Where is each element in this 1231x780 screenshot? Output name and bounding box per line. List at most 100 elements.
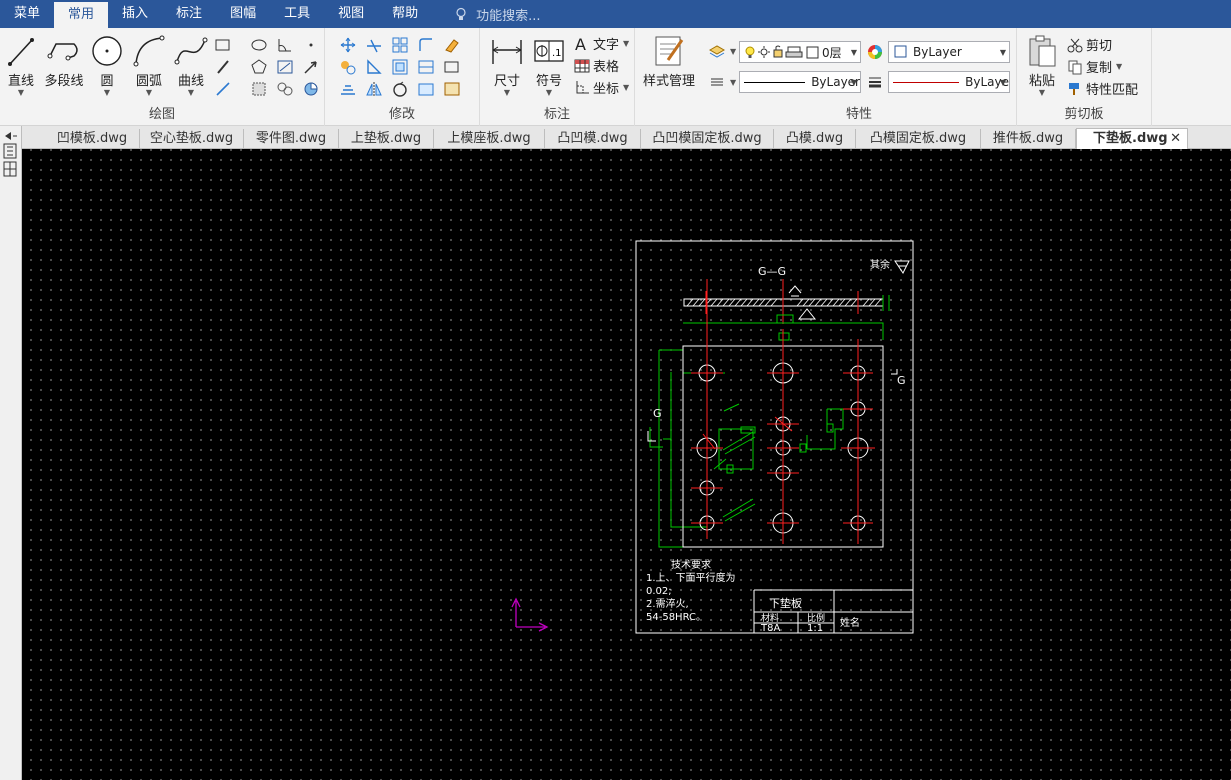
tab-file[interactable]: 凸凹模.dwg [545, 129, 641, 149]
draw-group-label: 绘图 [148, 107, 175, 122]
properties-group: ▼ 0层 ▼ ByLayer ▼ ▼ ByLayer ▼ ByLaye ▼ 特性 [702, 28, 1017, 126]
layer-state-icons [745, 45, 819, 59]
name-label: 姓名 [840, 616, 860, 629]
extend-icon[interactable] [339, 80, 357, 98]
tab-file[interactable]: 凸模.dwg [774, 129, 856, 149]
roughness-note: 其余 [870, 258, 890, 271]
polyline-button[interactable]: 多段线 [44, 34, 84, 89]
explode-icon[interactable] [417, 58, 435, 76]
edit-hatch-icon[interactable] [443, 80, 461, 98]
feature-search[interactable]: 功能搜索... [454, 5, 541, 24]
clipboard-group: 粘贴 ▼ 剪切 复制 ▼ 特性匹配 剪切板 [1017, 28, 1152, 126]
arc-button[interactable]: 圆弧 ▼ [132, 34, 166, 97]
menu-home[interactable]: 常用 [54, 2, 109, 28]
annotate-group: 尺寸 ▼ .1 符号 ▼ A 文字 ▼ 表格 坐标 ▼ 标注 [480, 28, 635, 126]
fillet-icon[interactable] [417, 36, 435, 54]
cut-button[interactable]: 剪切 [1067, 35, 1112, 54]
curve-button[interactable]: 曲线 ▼ [174, 34, 208, 97]
stretch-icon[interactable] [365, 58, 383, 76]
ucs-icon [511, 597, 549, 632]
paste-icon [1029, 35, 1056, 67]
material-value: T8A [760, 623, 780, 634]
match-properties-button[interactable]: 特性匹配 [1067, 79, 1138, 98]
tech-line: 0.02; [646, 586, 672, 597]
linetype-icon[interactable] [708, 73, 726, 91]
tab-file[interactable]: 凸模固定板.dwg [856, 129, 981, 149]
arrow-icon[interactable] [302, 58, 320, 76]
menu-annotate[interactable]: 标注 [162, 0, 216, 28]
break-icon[interactable] [417, 80, 435, 98]
menu-help[interactable]: 帮助 [378, 0, 432, 28]
rotate-icon[interactable] [391, 80, 409, 98]
text-a-icon: A [575, 35, 586, 53]
lightbulb-icon [456, 7, 466, 20]
layer-manager-icon[interactable] [708, 42, 726, 60]
style-manager-button[interactable]: 样式管理 [643, 34, 695, 89]
tab-file[interactable]: 零件图.dwg [244, 129, 339, 149]
table-icon [574, 59, 590, 72]
block-icon[interactable] [250, 80, 268, 98]
region-icon[interactable] [276, 80, 294, 98]
mirror-icon[interactable] [365, 80, 383, 98]
menu-main[interactable]: 菜单 [0, 0, 54, 28]
lineweight-combo[interactable]: ByLaye ▼ [888, 71, 1010, 93]
angle-icon[interactable] [276, 36, 294, 54]
polygon-icon[interactable] [250, 58, 268, 76]
menu-tools[interactable]: 工具 [270, 0, 324, 28]
circle-button[interactable]: 圆 ▼ [90, 34, 124, 97]
menu-frame[interactable]: 图幅 [216, 0, 270, 28]
dimension-button[interactable]: 尺寸 ▼ [490, 34, 524, 97]
tab-file[interactable]: 凸凹模固定板.dwg [641, 129, 774, 149]
trim-icon[interactable] [365, 36, 383, 54]
layer-combo[interactable]: 0层 ▼ [739, 41, 861, 63]
donut-icon[interactable] [302, 80, 320, 98]
tab-file[interactable]: 上模座板.dwg [434, 129, 545, 149]
copy-object-icon[interactable] [339, 58, 357, 76]
tab-file[interactable]: 空心垫板.dwg [140, 129, 244, 149]
drawing-canvas[interactable]: 下垫板 材料 比例 T8A 1:1 姓名 技术要求 1.上、下面平行度为 0.0… [23, 149, 1231, 780]
gallery-panel-icon[interactable] [0, 130, 22, 182]
copy-icon [1068, 60, 1082, 74]
lineweight-icon[interactable] [866, 73, 884, 91]
tech-line: 2.需淬火, [646, 597, 689, 610]
close-tab-icon[interactable]: ✕ [1170, 129, 1181, 148]
menu-insert[interactable]: 插入 [108, 0, 162, 28]
annotate-group-label: 标注 [543, 107, 570, 122]
tab-file[interactable]: 凹模板.dwg [45, 129, 140, 149]
color-combo[interactable]: ByLayer ▼ [888, 41, 1010, 63]
tech-line: 1.上、下面平行度为 [646, 571, 736, 584]
offset-icon[interactable] [391, 58, 409, 76]
erase-icon[interactable] [443, 36, 461, 54]
side-panel [0, 126, 22, 780]
tab-file-active[interactable]: 下垫板.dwg ✕ [1076, 128, 1188, 150]
array-icon[interactable] [391, 36, 409, 54]
hatch-icon[interactable] [276, 58, 294, 76]
color-wheel-icon[interactable] [866, 43, 884, 61]
symbol-button[interactable]: .1 符号 ▼ [532, 34, 566, 97]
rectangle-icon[interactable] [214, 36, 232, 54]
paste-button[interactable]: 粘贴 ▼ [1025, 34, 1059, 97]
line-button[interactable]: 直线 ▼ [6, 34, 36, 97]
ellipse-icon[interactable] [250, 36, 268, 54]
tab-file[interactable]: 推件板.dwg [981, 129, 1076, 149]
linetype-combo[interactable]: ByLayer ▼ [739, 71, 861, 93]
properties-group-label: 特性 [845, 107, 872, 122]
point-icon[interactable] [302, 36, 320, 54]
move-icon[interactable] [339, 36, 357, 54]
symbol-icon: .1 [534, 40, 564, 62]
coordinate-button[interactable]: 坐标 ▼ [574, 78, 629, 97]
section-view [683, 279, 890, 324]
menu-view[interactable]: 视图 [324, 0, 378, 28]
pen-icon[interactable] [214, 58, 232, 76]
title-name: 下垫板 [769, 596, 802, 610]
dimension-icon [492, 40, 522, 64]
arc-icon [133, 35, 165, 67]
scale-icon[interactable] [443, 58, 461, 76]
tab-file[interactable]: 上垫板.dwg [339, 129, 434, 149]
modify-group: 修改 [325, 28, 480, 126]
text-button[interactable]: A 文字 ▼ [574, 34, 629, 54]
green-contours [649, 314, 884, 548]
xline-icon[interactable] [214, 80, 232, 98]
copy-button[interactable]: 复制 ▼ [1067, 57, 1122, 76]
table-button[interactable]: 表格 [574, 56, 619, 75]
